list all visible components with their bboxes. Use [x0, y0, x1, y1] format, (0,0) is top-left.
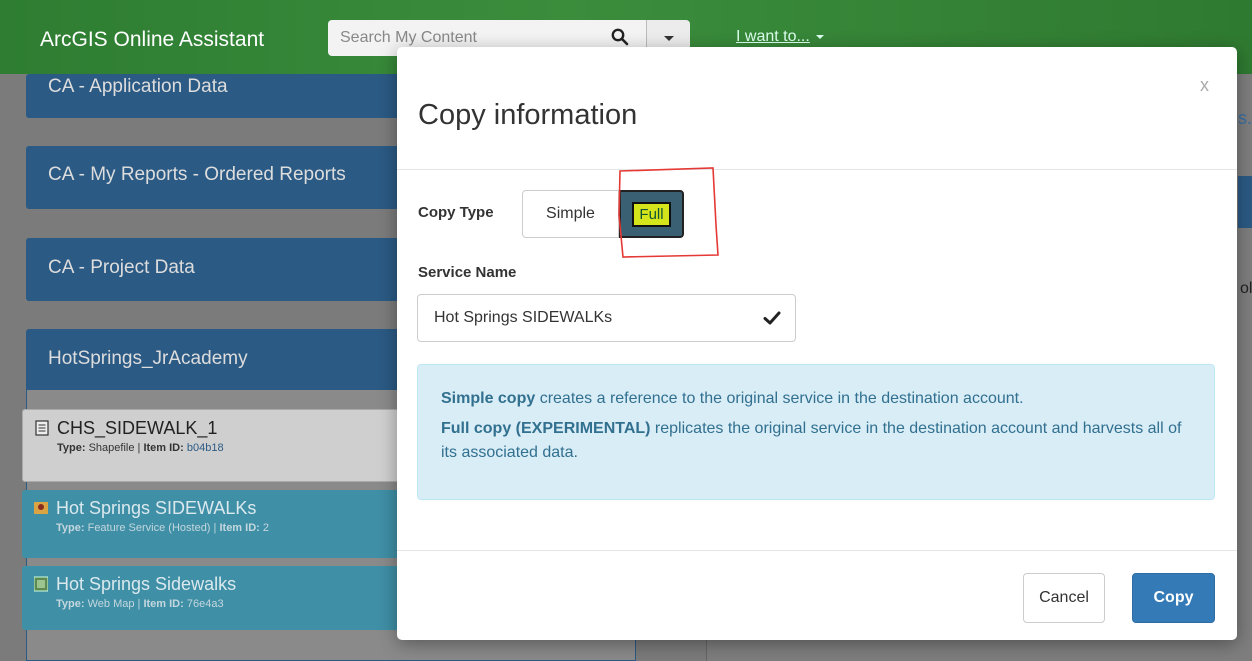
checkmark-icon — [763, 311, 781, 325]
chevron-down-icon — [815, 34, 824, 39]
dialog-header: Copy information x — [397, 47, 1237, 170]
full-copy-description: Full copy (EXPERIMENTAL) replicates the … — [441, 420, 1182, 461]
red-annotation-box — [618, 167, 719, 258]
service-name-input[interactable] — [417, 294, 796, 342]
document-icon — [35, 420, 49, 436]
right-heading-fragment: s. — [1238, 108, 1252, 128]
simple-copy-description: Simple copy creates a reference to the o… — [441, 390, 1024, 407]
i-want-to-menu[interactable]: I want to... — [736, 28, 824, 46]
close-icon[interactable]: x — [1200, 75, 1209, 96]
copy-information-dialog: Copy information x Copy Type Simple Full… — [397, 47, 1237, 640]
cancel-button[interactable]: Cancel — [1023, 573, 1105, 623]
app-title[interactable]: ArcGIS Online Assistant — [40, 28, 264, 52]
copy-info-alert: Simple copy creates a reference to the o… — [417, 364, 1215, 500]
right-text-fragment: ol — [1240, 280, 1252, 297]
service-name-label: Service Name — [418, 264, 517, 281]
dialog-title: Copy information — [418, 99, 638, 131]
i-want-to-label: I want to... — [736, 28, 810, 45]
copy-button[interactable]: Copy — [1132, 573, 1215, 623]
dialog-footer: Cancel Copy — [397, 550, 1237, 640]
search-icon[interactable] — [611, 28, 629, 46]
feature-service-icon — [34, 502, 48, 514]
copy-type-simple-option[interactable]: Simple — [522, 190, 619, 238]
web-map-icon — [34, 576, 48, 592]
right-panel-header — [1238, 176, 1252, 228]
copy-type-label: Copy Type — [418, 204, 494, 221]
